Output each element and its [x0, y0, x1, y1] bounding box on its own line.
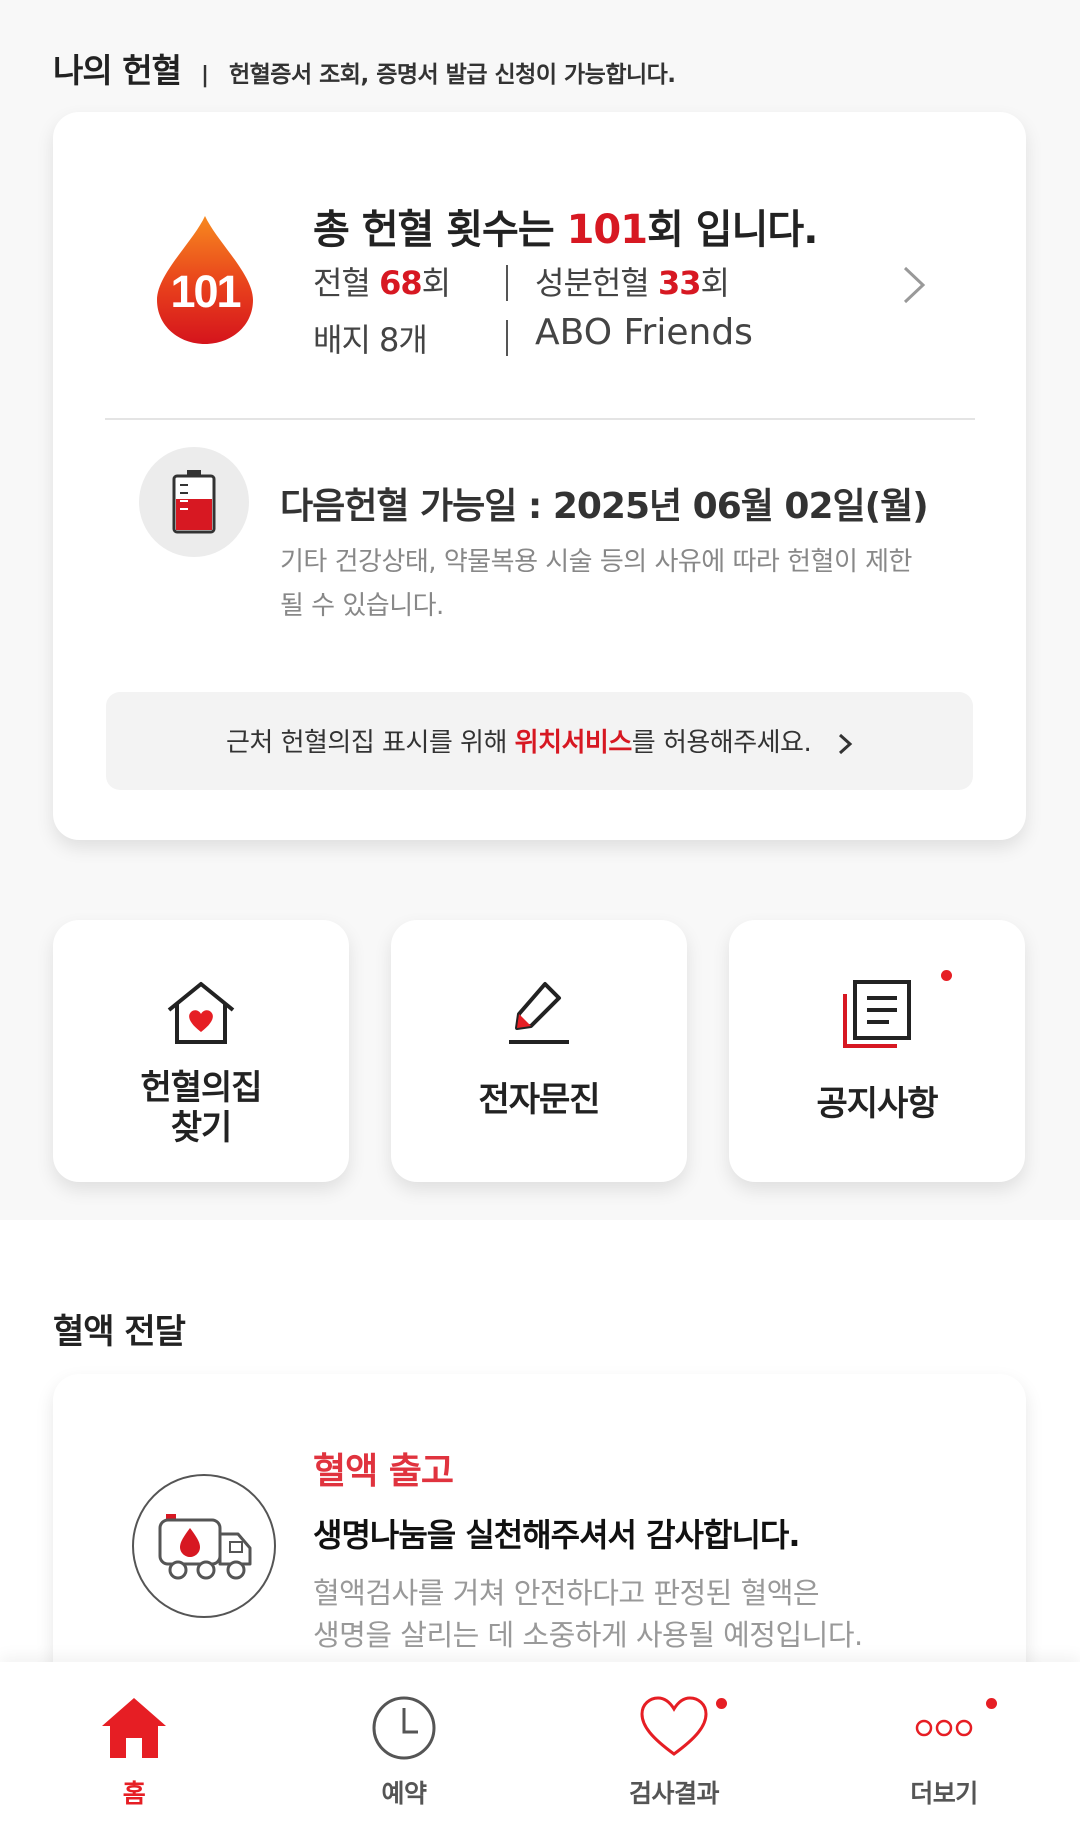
location-suffix: 를 허용해주세요.: [631, 728, 812, 758]
page-title: 나의 헌혈: [53, 51, 182, 90]
nav-reservation[interactable]: 예약: [304, 1662, 504, 1839]
location-service-highlight: 위치서비스: [514, 728, 633, 758]
page-subtitle: 헌혈증서 조회, 증명서 발급 신청이 가능합니다.: [228, 62, 676, 88]
tile-label: 전자문진: [478, 1080, 600, 1120]
whole-blood-stat: 전혈 68회: [313, 258, 451, 304]
bottom-navigation: 홈 예약 검사결과 더보기: [0, 1662, 1080, 1839]
heart-icon: [640, 1696, 708, 1756]
delivery-truck-icon: [132, 1474, 276, 1618]
notice-button[interactable]: 공지사항: [729, 920, 1025, 1182]
blood-delivery-card[interactable]: 혈액 출고 생명나눔을 실천해주셔서 감사합니다. 혈액검사를 거쳐 안전하다고…: [53, 1374, 1026, 1704]
nav-label: 더보기: [910, 1779, 978, 1808]
delivery-status-title: 혈액 출고: [313, 1451, 454, 1492]
component-unit: 회: [700, 264, 729, 302]
page-header: 나의 헌혈 | 헌혈증서 조회, 증명서 발급 신청이 가능합니다.: [53, 44, 676, 92]
find-donation-center-button[interactable]: 헌혈의집 찾기: [53, 920, 349, 1182]
delivery-body-line1: 혈액검사를 거쳐 안전하다고 판정된 혈액은: [313, 1576, 820, 1610]
home-icon: [102, 1698, 166, 1758]
nav-label: 검사결과: [628, 1779, 720, 1808]
delivery-body: 혈액검사를 거쳐 안전하다고 판정된 혈액은 생명을 살리는 데 소중하게 사용…: [313, 1572, 863, 1656]
new-indicator-dot: [716, 1698, 727, 1709]
more-icon: [915, 1719, 973, 1737]
nav-test-results[interactable]: 검사결과: [574, 1662, 774, 1839]
chevron-right-icon: [839, 733, 853, 754]
notice-document-icon: [843, 980, 911, 1048]
house-heart-icon: [167, 982, 235, 1044]
pen-icon: [509, 982, 569, 1044]
nav-more[interactable]: 더보기: [844, 1662, 1044, 1839]
total-count: 101: [566, 207, 648, 253]
new-indicator-dot: [941, 970, 952, 981]
e-questionnaire-button[interactable]: 전자문진: [391, 920, 687, 1182]
component-label: 성분헌혈: [535, 264, 658, 302]
clock-icon: [372, 1696, 436, 1760]
abo-friends-label: ABO Friends: [535, 312, 753, 353]
delivery-body-line2: 생명을 살리는 데 소중하게 사용될 예정입니다.: [313, 1618, 863, 1652]
tile-label: 헌혈의집 찾기: [53, 1068, 349, 1148]
component-count: 33: [657, 264, 702, 302]
nav-label: 예약: [381, 1779, 427, 1808]
total-prefix: 총 헌혈 횟수는: [313, 207, 567, 253]
blood-bag-icon: [139, 447, 249, 557]
location-permission-text: 근처 헌혈의집 표시를 위해 위치서비스를 허용해주세요.: [106, 722, 973, 759]
next-donation-date: 다음헌혈 가능일 : 2025년 06월 02일(월): [280, 486, 929, 527]
location-prefix: 근처 헌혈의집 표시를 위해: [225, 728, 515, 758]
delivery-heading: 생명나눔을 실천해주셔서 감사합니다.: [313, 1516, 800, 1554]
tile-label: 공지사항: [816, 1084, 938, 1124]
chevron-right-icon[interactable]: [899, 262, 929, 308]
donation-summary-card[interactable]: 101 총 헌혈 횟수는 101회 입니다. 전혈 68회 성분헌혈 33회 배…: [53, 112, 1026, 840]
badge-count: 배지 8개: [313, 321, 428, 359]
whole-blood-unit: 회: [421, 264, 451, 302]
divider: [105, 418, 975, 420]
nav-home[interactable]: 홈: [34, 1662, 234, 1839]
tile-label-line1: 헌혈의집: [140, 1068, 262, 1108]
header-separator: |: [200, 63, 209, 88]
component-stat: 성분헌혈 33회: [535, 258, 730, 304]
nav-label: 홈: [122, 1779, 146, 1808]
blood-drop-icon: 101: [155, 214, 255, 346]
drop-count-number: 101: [170, 266, 241, 317]
location-permission-banner[interactable]: 근처 헌혈의집 표시를 위해 위치서비스를 허용해주세요.: [106, 692, 973, 790]
whole-blood-count: 68: [379, 264, 423, 302]
whole-blood-label: 전혈: [313, 264, 380, 302]
stat-divider: [506, 320, 508, 356]
next-donation-note: 기타 건강상태, 약물복용 시술 등의 사유에 따라 헌혈이 제한될 수 있습니…: [280, 547, 912, 621]
total-suffix: 회 입니다.: [647, 207, 818, 253]
stat-divider: [506, 265, 508, 301]
tile-label-line2: 찾기: [170, 1108, 233, 1148]
total-donation-text: 총 헌혈 횟수는 101회 입니다.: [313, 197, 818, 255]
new-indicator-dot: [986, 1698, 997, 1709]
section-title: 혈액 전달: [53, 1312, 186, 1352]
